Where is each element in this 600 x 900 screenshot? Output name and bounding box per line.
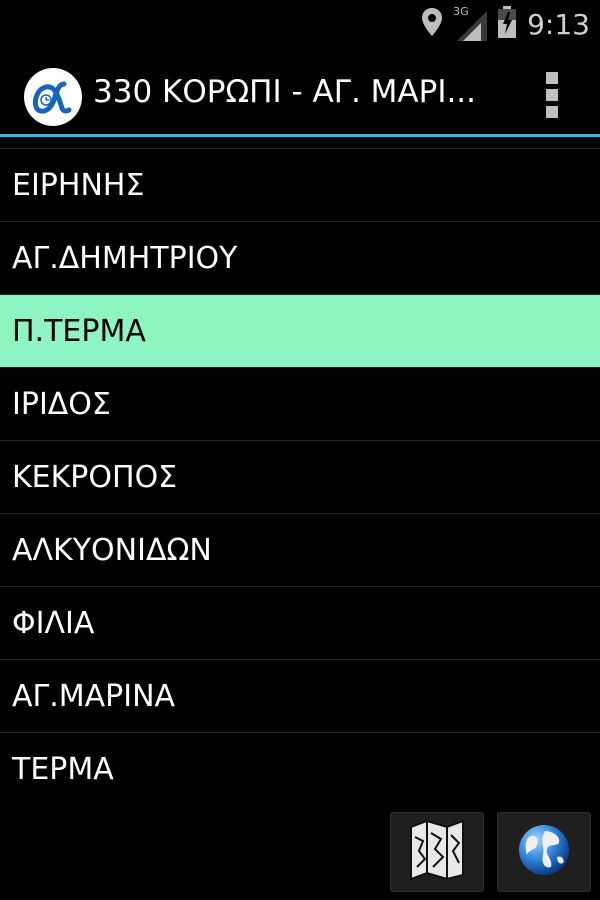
action-bar: 330 ΚΟΡΩΠΙ - ΑΓ. ΜΑΡΙ... bbox=[0, 48, 600, 134]
battery-icon bbox=[497, 6, 517, 42]
map-icon bbox=[407, 819, 467, 885]
list-item[interactable]: ΕΙΡΗΝΗΣ bbox=[0, 148, 600, 221]
list-item[interactable]: ΚΕΚΡΟΠΟΣ bbox=[0, 440, 600, 513]
stop-list: ΕΙΡΗΝΗΣ ΑΓ.ΔΗΜΗΤΡΙΟΥ Π.ΤΕΡΜΑ ΙΡΙΔΟΣ ΚΕΚΡ… bbox=[0, 148, 600, 805]
menu-dot bbox=[546, 106, 558, 118]
location-icon bbox=[421, 7, 443, 41]
overflow-menu-icon[interactable] bbox=[544, 72, 560, 118]
map-button[interactable] bbox=[390, 812, 484, 892]
alpha-logo-icon[interactable] bbox=[24, 68, 82, 126]
list-item[interactable]: ΑΛΚΥΟΝΙΔΩΝ bbox=[0, 513, 600, 586]
list-item[interactable]: ΑΓ.ΜΑΡΙΝΑ bbox=[0, 659, 600, 732]
list-item[interactable]: ΙΡΙΔΟΣ bbox=[0, 367, 600, 440]
action-bar-divider bbox=[0, 134, 600, 137]
list-item[interactable]: Π.ΤΕΡΜΑ bbox=[0, 294, 600, 367]
globe-button[interactable] bbox=[497, 812, 591, 892]
list-item[interactable]: ΑΓ.ΔΗΜΗΤΡΙΟΥ bbox=[0, 221, 600, 294]
list-item[interactable]: ΤΕΡΜΑ bbox=[0, 732, 600, 805]
menu-dot bbox=[546, 89, 558, 101]
status-time: 9:13 bbox=[527, 7, 590, 41]
menu-dot bbox=[546, 72, 558, 84]
status-icons: 3G 9:13 bbox=[421, 0, 590, 48]
globe-icon bbox=[517, 823, 571, 881]
network-type-label: 3G bbox=[453, 5, 469, 18]
signal-icon: 3G bbox=[453, 5, 488, 41]
screen: 3G 9:13 330 ΚΟΡΩΠΙ - ΑΓ. ΜΑΡΙ... ΕΙΡΗΝΗΣ… bbox=[0, 0, 600, 900]
status-bar: 3G 9:13 bbox=[0, 0, 600, 48]
list-item[interactable]: ΦΙΛΙΑ bbox=[0, 586, 600, 659]
app-title: 330 ΚΟΡΩΠΙ - ΑΓ. ΜΑΡΙ... bbox=[93, 74, 477, 110]
